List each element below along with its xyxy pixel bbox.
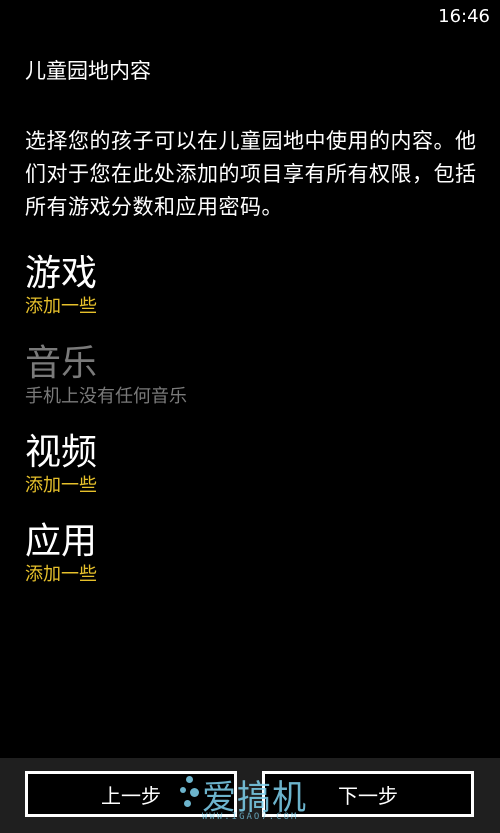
app-bar: 上一步 下一步 — [0, 758, 500, 833]
section-video-title: 视频 — [25, 432, 98, 473]
status-time: 16:46 — [438, 6, 490, 27]
section-games-title: 游戏 — [25, 253, 98, 294]
section-music-title: 音乐 — [25, 343, 98, 384]
section-apps-add-link[interactable]: 添加一些 — [25, 564, 97, 586]
description-text: 选择您的孩子可以在儿童园地中使用的内容。他们对于您在此处添加的项目享有所有权限，… — [25, 129, 477, 219]
section-music-status: 手机上没有任何音乐 — [25, 386, 187, 407]
section-video[interactable]: 视频 添加一些 — [25, 431, 97, 497]
section-games-add-link[interactable]: 添加一些 — [25, 296, 97, 318]
section-video-add-link[interactable]: 添加一些 — [25, 475, 97, 497]
section-apps[interactable]: 应用 添加一些 — [25, 520, 97, 586]
next-step-button[interactable]: 下一步 — [262, 771, 474, 817]
section-apps-title: 应用 — [25, 521, 98, 562]
page-title: 儿童园地内容 — [25, 59, 151, 83]
section-music: 音乐 手机上没有任何音乐 — [25, 342, 187, 408]
prev-step-button[interactable]: 上一步 — [25, 771, 237, 817]
section-games[interactable]: 游戏 添加一些 — [25, 252, 97, 318]
